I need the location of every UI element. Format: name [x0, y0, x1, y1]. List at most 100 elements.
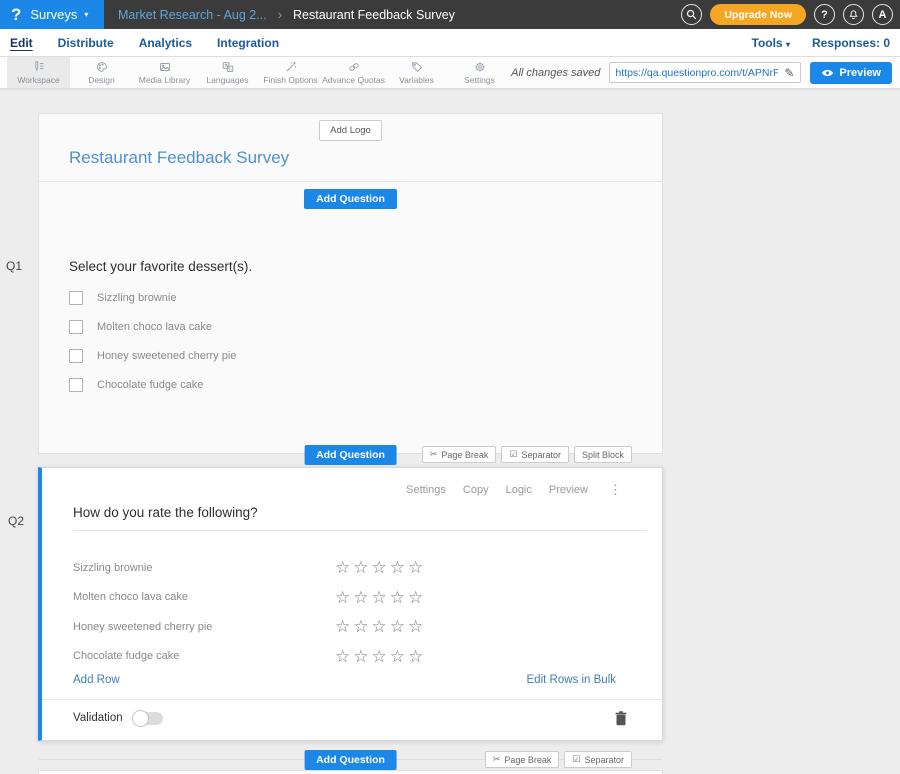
rating-row: Molten choco lava cake ☆☆☆☆☆ [42, 583, 662, 613]
star-rating[interactable]: ☆☆☆☆☆ [335, 618, 426, 635]
upgrade-now-button[interactable]: Upgrade Now [710, 4, 806, 25]
workspace-icon [32, 60, 46, 74]
question-logic-button[interactable]: Logic [506, 484, 532, 496]
question-1-text[interactable]: Select your favorite dessert(s). [69, 259, 662, 274]
editor-toolbar: Workspace Design Media Library A Languag… [0, 57, 900, 90]
tab-edit[interactable]: Edit [10, 36, 33, 50]
tab-integration[interactable]: Integration [217, 36, 279, 50]
question-1-options: Sizzling brownie Molten choco lava cake … [69, 291, 662, 392]
toolbar-item-settings[interactable]: Settings [448, 57, 511, 88]
survey-url[interactable]: https://qa.questionpro.com/t/APNrFZgS [610, 67, 778, 79]
avatar-initial: A [879, 9, 887, 21]
separator-icon: ☑ [509, 449, 517, 460]
responses-count[interactable]: Responses: 0 [812, 36, 890, 50]
insert-row-after-q2: Add Question ✂Page Break ☑Separator [38, 751, 663, 768]
question-copy-button[interactable]: Copy [463, 484, 489, 496]
insert-options: ✂Page Break ☑Separator Split Block [422, 446, 663, 463]
question-settings-button[interactable]: Settings [406, 484, 446, 496]
checkbox[interactable] [69, 320, 83, 334]
section-nav: Edit Distribute Analytics Integration To… [0, 29, 900, 57]
add-logo-button[interactable]: Add Logo [319, 120, 382, 141]
question-number-q1: Q1 [6, 259, 22, 273]
checkbox-option: Chocolate fudge cake [69, 378, 662, 392]
question-2-text[interactable]: How do you rate the following? [73, 505, 662, 520]
checkbox[interactable] [69, 349, 83, 363]
toggle-knob [132, 710, 149, 727]
toolbar-right: All changes saved https://qa.questionpro… [511, 57, 900, 88]
tab-distribute[interactable]: Distribute [58, 36, 114, 50]
search-button[interactable] [681, 4, 702, 25]
toolbar-item-variables[interactable]: Variables [385, 57, 448, 88]
scissors-icon: ✂ [430, 449, 438, 460]
toolbar-item-languages[interactable]: A Languages [196, 57, 259, 88]
star-rating[interactable]: ☆☆☆☆☆ [335, 559, 426, 576]
save-status: All changes saved [511, 67, 600, 79]
separator-button[interactable]: ☑Separator [501, 446, 569, 463]
toolbar-item-media-library[interactable]: Media Library [133, 57, 196, 88]
tools-menu[interactable]: Tools ▾ [752, 36, 790, 50]
notifications-button[interactable] [843, 4, 864, 25]
trash-icon [615, 711, 627, 726]
row-actions: Add Row Edit Rows in Bulk [42, 671, 662, 686]
nav-right: Tools ▾ Responses: 0 [752, 36, 891, 50]
question-2-divider [73, 530, 647, 531]
validation-toggle[interactable] [133, 712, 163, 725]
surveys-product-menu[interactable]: ? Surveys ▾ [0, 0, 104, 29]
breadcrumb: Market Research - Aug 2... › Restaurant … [104, 7, 681, 22]
checkbox-option: Molten choco lava cake [69, 320, 662, 334]
scissors-icon: ✂ [493, 754, 501, 765]
breadcrumb-folder[interactable]: Market Research - Aug 2... [118, 8, 267, 22]
page-break-button[interactable]: ✂Page Break [485, 751, 560, 768]
survey-canvas: Q1 Q2 Add Logo Restaurant Feedback Surve… [0, 90, 900, 774]
delete-question-button[interactable] [615, 711, 627, 726]
checkbox[interactable] [69, 378, 83, 392]
question-mark-icon: ? [821, 9, 828, 21]
toolbar-item-finish-options[interactable]: Finish Options [259, 57, 322, 88]
toolbar-item-advance-quotas[interactable]: Advance Quotas [322, 57, 385, 88]
product-menu-label: Surveys [30, 7, 77, 22]
separator-icon: ☑ [572, 754, 580, 765]
page-break-button[interactable]: ✂Page Break [422, 446, 497, 463]
separator-button[interactable]: ☑Separator [564, 751, 632, 768]
questionpro-survey-editor: ? Surveys ▾ Market Research - Aug 2... ›… [0, 0, 900, 774]
question-number-q2: Q2 [8, 514, 24, 528]
magic-wand-icon [284, 60, 298, 74]
rating-rows: Sizzling brownie ☆☆☆☆☆ Molten choco lava… [42, 553, 662, 671]
survey-url-field[interactable]: https://qa.questionpro.com/t/APNrFZgS ✎ [609, 62, 801, 83]
question-2-card: Settings Copy Logic Preview ⋮ How do you… [38, 467, 663, 741]
rating-row: Chocolate fudge cake ☆☆☆☆☆ [42, 642, 662, 672]
edit-url-pencil-icon[interactable]: ✎ [778, 66, 800, 80]
toolbar-item-workspace[interactable]: Workspace [7, 57, 70, 88]
top-bar: ? Surveys ▾ Market Research - Aug 2... ›… [0, 0, 900, 29]
survey-title[interactable]: Restaurant Feedback Survey [69, 148, 662, 168]
insert-row-after-q1: Add Question ✂Page Break ☑Separator Spli… [38, 446, 663, 463]
add-row-link[interactable]: Add Row [73, 674, 120, 686]
validation-label: Validation [73, 712, 123, 724]
question-2-menu: Settings Copy Logic Preview ⋮ [42, 468, 662, 498]
question-footer: Validation [42, 699, 662, 736]
split-block-button[interactable]: Split Block [574, 446, 632, 463]
questionpro-logo: ? [11, 5, 21, 25]
add-question-button[interactable]: Add Question [304, 445, 397, 465]
next-section-card [38, 770, 663, 774]
chain-links-icon [347, 60, 361, 74]
insert-options: ✂Page Break ☑Separator [485, 751, 663, 768]
star-rating[interactable]: ☆☆☆☆☆ [335, 648, 426, 665]
palette-icon [95, 60, 109, 74]
add-question-button[interactable]: Add Question [304, 750, 397, 770]
checkbox[interactable] [69, 291, 83, 305]
topbar-actions: Upgrade Now ? A [681, 4, 900, 25]
svg-text:A: A [228, 67, 231, 72]
kebab-menu-icon[interactable]: ⋮ [609, 482, 622, 498]
add-question-button[interactable]: Add Question [304, 189, 397, 209]
bell-icon [848, 9, 859, 20]
question-1: Select your favorite dessert(s). Sizzlin… [39, 209, 662, 392]
question-preview-button[interactable]: Preview [549, 484, 588, 496]
star-rating[interactable]: ☆☆☆☆☆ [335, 589, 426, 606]
tab-analytics[interactable]: Analytics [139, 36, 192, 50]
preview-button[interactable]: Preview [810, 62, 892, 84]
toolbar-item-design[interactable]: Design [70, 57, 133, 88]
edit-rows-in-bulk-link[interactable]: Edit Rows in Bulk [527, 674, 616, 686]
help-button[interactable]: ? [814, 4, 835, 25]
account-avatar[interactable]: A [872, 4, 893, 25]
